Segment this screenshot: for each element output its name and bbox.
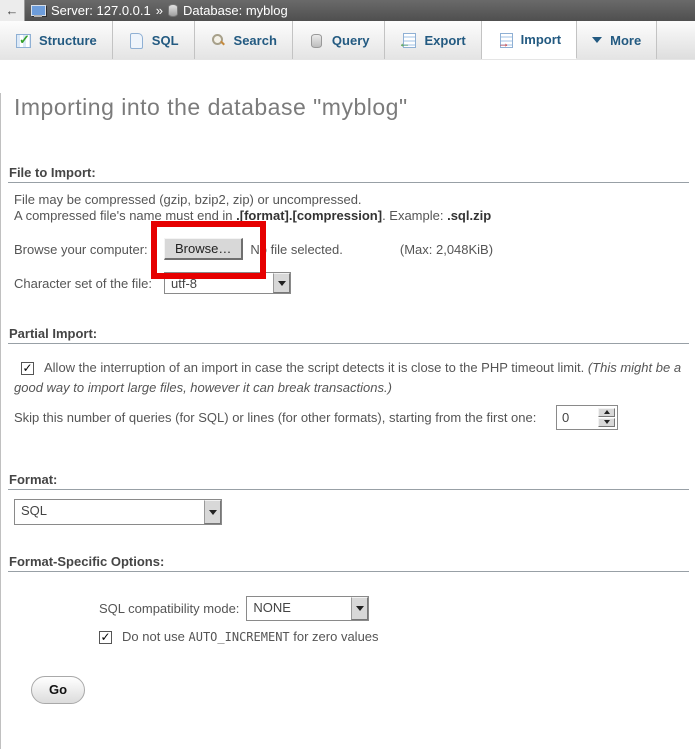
format-select[interactable]: SQL bbox=[14, 499, 222, 525]
sql-compatibility-select[interactable]: NONE bbox=[246, 596, 369, 621]
tab-search[interactable]: Search bbox=[195, 21, 293, 59]
tab-label: Query bbox=[332, 33, 370, 48]
compression-line2-mid: . Example: bbox=[382, 208, 447, 223]
compression-line1: File may be compressed (gzip, bzip2, zip… bbox=[14, 192, 362, 207]
section-partial-import: Partial Import: bbox=[8, 326, 689, 344]
allow-interruption-checkbox[interactable]: ✓ bbox=[21, 362, 34, 375]
charset-row: Character set of the file: utf-8 bbox=[1, 271, 695, 295]
no-file-text: No file selected. bbox=[250, 242, 343, 257]
page-title: Importing into the database "myblog" bbox=[14, 93, 695, 121]
format-pattern: .[format].[compression] bbox=[236, 208, 382, 223]
skip-queries-label: Skip this number of queries (for SQL) or… bbox=[14, 410, 536, 425]
max-size-text: (Max: 2,048KiB) bbox=[400, 242, 493, 257]
tab-label: SQL bbox=[152, 33, 179, 48]
import-icon bbox=[497, 32, 513, 48]
go-button[interactable]: Go bbox=[31, 676, 85, 704]
sql-compatibility-row: SQL compatibility mode: NONE bbox=[1, 595, 695, 621]
sql-compatibility-label: SQL compatibility mode: bbox=[99, 601, 239, 616]
chevron-down-icon bbox=[592, 37, 602, 43]
auto-increment-code: AUTO_INCREMENT bbox=[189, 630, 290, 644]
sql-compatibility-value: NONE bbox=[247, 597, 297, 620]
tab-label: Export bbox=[424, 33, 465, 48]
structure-icon bbox=[15, 32, 31, 48]
sql-page-icon bbox=[128, 32, 144, 48]
breadcrumb-database[interactable]: Database: myblog bbox=[183, 3, 288, 18]
tab-bar: Structure SQL Search Query Export Import… bbox=[0, 21, 695, 60]
auto-increment-row: ✓ Do not use AUTO_INCREMENT for zero val… bbox=[1, 628, 695, 644]
spinner-down-icon[interactable] bbox=[598, 418, 615, 427]
database-icon bbox=[168, 4, 178, 17]
back-button[interactable]: ← bbox=[0, 0, 25, 21]
tab-label: More bbox=[610, 33, 641, 48]
export-icon bbox=[400, 32, 416, 48]
example-extension: .sql.zip bbox=[447, 208, 491, 223]
tab-structure[interactable]: Structure bbox=[0, 21, 113, 59]
browse-button[interactable]: Browse… bbox=[164, 238, 243, 260]
charset-select[interactable]: utf-8 bbox=[164, 272, 291, 294]
spinner-buttons bbox=[598, 408, 615, 427]
dropdown-arrow-icon bbox=[351, 597, 368, 620]
charset-label: Character set of the file: bbox=[14, 276, 164, 291]
skip-queries-input[interactable]: 0 bbox=[556, 405, 618, 430]
back-arrow-icon: ← bbox=[6, 3, 19, 18]
format-select-row: SQL bbox=[1, 499, 695, 525]
tab-label: Import bbox=[521, 32, 561, 47]
tab-export[interactable]: Export bbox=[385, 21, 481, 59]
tab-label: Search bbox=[234, 33, 277, 48]
auto-increment-label: Do not use AUTO_INCREMENT for zero value… bbox=[122, 629, 379, 644]
tab-import[interactable]: Import bbox=[482, 21, 577, 59]
dropdown-arrow-icon bbox=[204, 500, 221, 524]
query-icon bbox=[308, 32, 324, 48]
charset-value: utf-8 bbox=[165, 273, 203, 293]
browse-label: Browse your computer: bbox=[14, 242, 164, 257]
tab-label: Structure bbox=[39, 33, 97, 48]
server-icon bbox=[31, 5, 46, 17]
tab-query[interactable]: Query bbox=[293, 21, 386, 59]
section-file-to-import: File to Import: bbox=[8, 165, 689, 183]
allow-interruption-row: ✓ Allow the interruption of an import in … bbox=[14, 358, 682, 398]
import-page: Importing into the database "myblog" Fil… bbox=[0, 93, 695, 749]
breadcrumb-separator: » bbox=[156, 3, 163, 18]
breadcrumb: Server: 127.0.0.1 » Database: myblog bbox=[25, 0, 695, 21]
skip-queries-row: Skip this number of queries (for SQL) or… bbox=[1, 404, 695, 430]
skip-queries-value: 0 bbox=[557, 406, 598, 429]
section-format-options: Format-Specific Options: bbox=[8, 554, 689, 572]
compression-line2: A compressed file's name must end in bbox=[14, 208, 236, 223]
tab-more[interactable]: More bbox=[577, 21, 657, 59]
tab-sql[interactable]: SQL bbox=[113, 21, 195, 59]
breadcrumb-server[interactable]: Server: 127.0.0.1 bbox=[51, 3, 151, 18]
auto-increment-checkbox[interactable]: ✓ bbox=[99, 631, 112, 644]
compression-note: File may be compressed (gzip, bzip2, zip… bbox=[14, 192, 682, 224]
allow-interruption-text: Allow the interruption of an import in c… bbox=[44, 360, 588, 375]
section-format: Format: bbox=[8, 472, 689, 490]
spinner-up-icon[interactable] bbox=[598, 408, 615, 417]
search-icon bbox=[210, 32, 226, 48]
breadcrumb-bar: ← Server: 127.0.0.1 » Database: myblog bbox=[0, 0, 695, 21]
format-value: SQL bbox=[15, 500, 53, 524]
dropdown-arrow-icon bbox=[273, 273, 290, 293]
browse-row: Browse your computer: Browse… No file se… bbox=[1, 237, 695, 261]
